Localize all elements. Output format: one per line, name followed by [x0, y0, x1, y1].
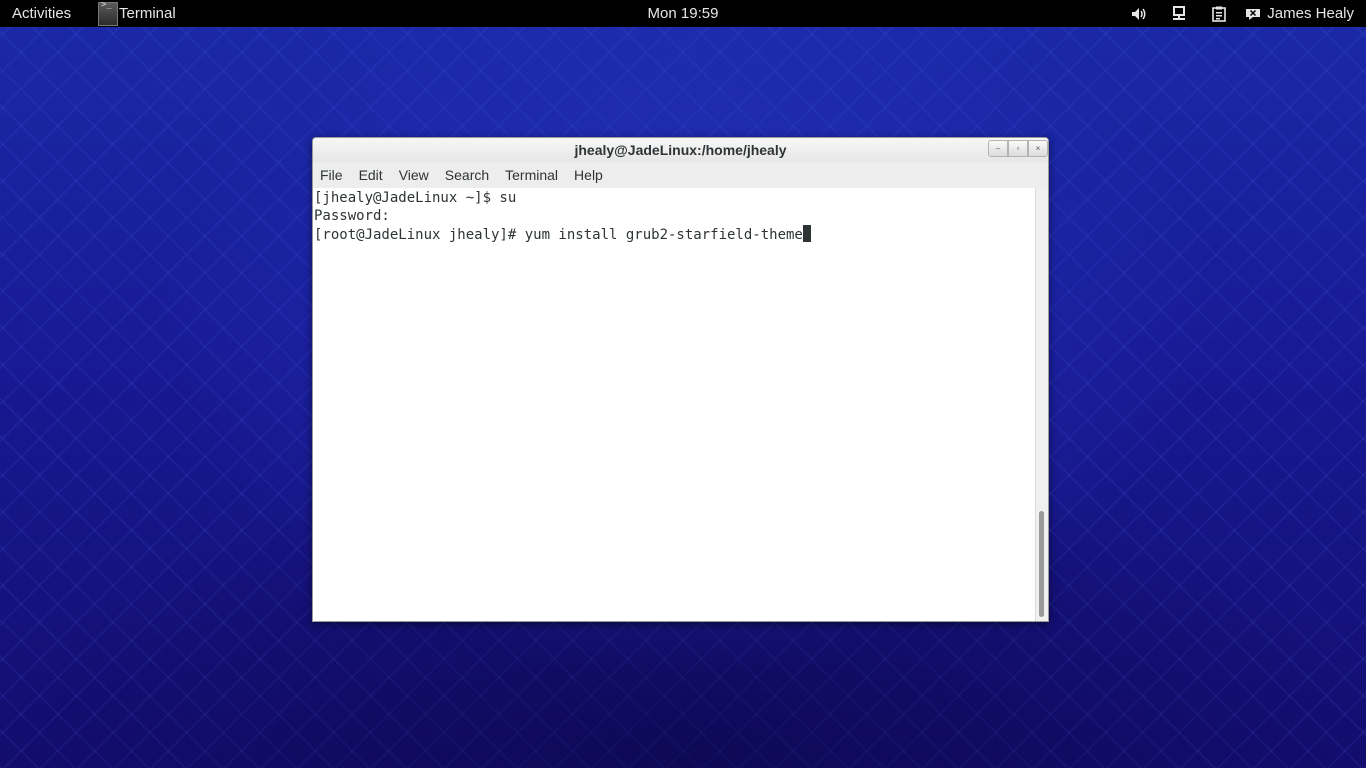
text-cursor [802, 225, 811, 242]
terminal-line: Password: [314, 208, 390, 224]
menu-edit[interactable]: Edit [351, 167, 391, 183]
menu-help[interactable]: Help [566, 167, 611, 183]
app-menu[interactable]: >_ Terminal [98, 0, 176, 27]
terminal-app-icon-glyph: >_ [101, 0, 112, 10]
user-status-icon [1245, 6, 1261, 22]
terminal-output[interactable]: [jhealy@JadeLinux ~]$ su Password: [root@J… [313, 188, 1035, 621]
menu-search[interactable]: Search [437, 167, 497, 183]
window-title: jhealy@JadeLinux:/home/jhealy [574, 142, 787, 158]
menu-bar: File Edit View Search Terminal Help [313, 162, 1048, 188]
scrollbar[interactable] [1035, 188, 1048, 621]
app-menu-label: Terminal [119, 5, 176, 22]
minimize-button[interactable]: – [988, 140, 1008, 157]
terminal-app-icon: >_ [98, 0, 118, 26]
menu-file[interactable]: File [313, 167, 351, 183]
window-controls: – ▫ × [988, 140, 1048, 157]
close-button[interactable]: × [1028, 140, 1048, 157]
terminal-window: jhealy@JadeLinux:/home/jhealy – ▫ × File… [312, 137, 1049, 622]
user-name: James Healy [1267, 5, 1354, 22]
window-titlebar[interactable]: jhealy@JadeLinux:/home/jhealy – ▫ × [313, 138, 1048, 162]
clipboard-icon[interactable] [1211, 6, 1227, 22]
scrollbar-thumb[interactable] [1039, 511, 1044, 617]
volume-icon[interactable] [1131, 6, 1147, 22]
terminal-line: [root@JadeLinux jhealy]# yum install gru… [314, 227, 803, 243]
system-tray: James Healy [1107, 0, 1354, 27]
clock[interactable]: Mon 19:59 [648, 5, 719, 22]
user-menu[interactable]: James Healy [1245, 5, 1354, 22]
top-panel: Activities >_ Terminal Mon 19:59 James H… [0, 0, 1366, 27]
network-icon[interactable] [1171, 5, 1187, 22]
terminal-line: [jhealy@JadeLinux ~]$ su [314, 190, 517, 206]
activities-button[interactable]: Activities [12, 0, 71, 27]
menu-terminal[interactable]: Terminal [497, 167, 566, 183]
maximize-button[interactable]: ▫ [1008, 140, 1028, 157]
menu-view[interactable]: View [391, 167, 437, 183]
terminal-line-current: [root@JadeLinux jhealy]# yum install gru… [314, 225, 1035, 244]
